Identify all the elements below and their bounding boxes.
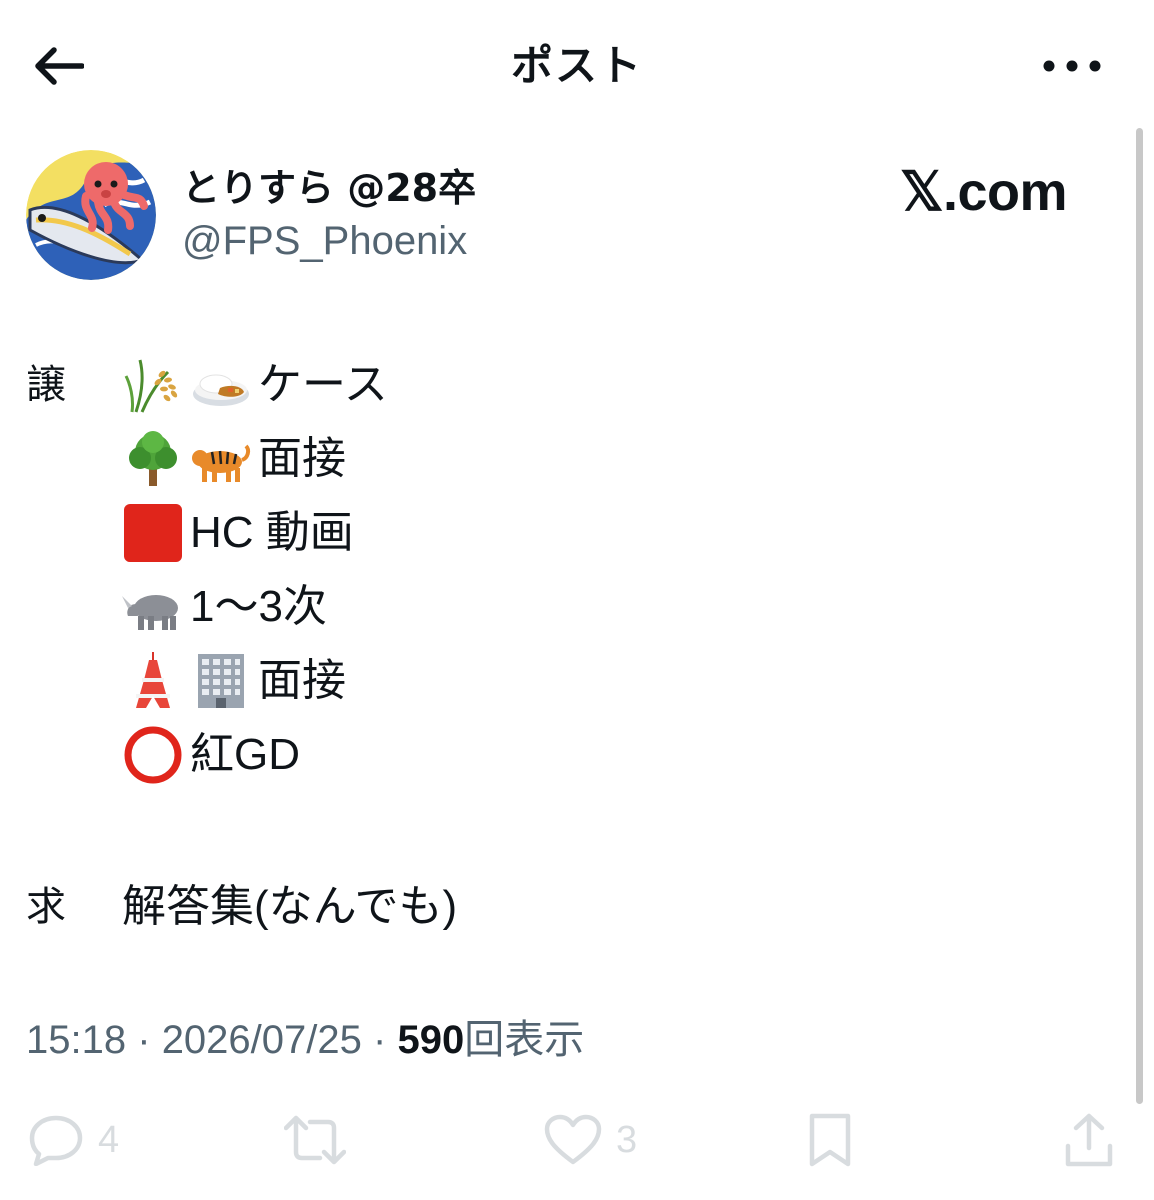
rhino-icon <box>122 576 184 638</box>
give-row-4: 1〜3次 <box>26 570 1106 644</box>
x-com-brand: 𝕏.com <box>900 162 1068 222</box>
give-item-text: 1〜3次 <box>190 582 327 631</box>
tiger-icon <box>190 428 252 490</box>
like-button[interactable]: 3 <box>544 1108 637 1172</box>
reply-count: 4 <box>98 1118 120 1161</box>
give-item-text: ケース <box>258 360 388 409</box>
bookmark-button[interactable] <box>806 1108 854 1172</box>
office-building-icon <box>190 650 252 712</box>
give-row-3: HC 動画 <box>26 496 1106 570</box>
give-item-text: 面接 <box>258 656 346 705</box>
author-handle[interactable]: @FPS_Phoenix <box>182 216 467 266</box>
meta-separator: · <box>137 1018 151 1062</box>
want-text: 解答集(なんでも) <box>122 882 458 931</box>
red-square-icon <box>122 502 184 564</box>
give-row-1: 譲 ケース <box>26 348 1106 422</box>
want-row: 求 解答集(なんでも) <box>26 870 1106 944</box>
octopus-fish-avatar <box>26 150 156 280</box>
give-label: 譲 <box>26 362 66 408</box>
give-item-text: 紅GD <box>190 730 300 779</box>
want-label: 求 <box>26 884 66 930</box>
avatar[interactable] <box>26 150 156 280</box>
repost-icon <box>284 1115 346 1165</box>
post-text: 譲 ケース 面接 HC 動画 1〜3次 面接 紅GD 求 解答集(なんでも) <box>26 348 1106 944</box>
curry-rice-icon <box>190 354 252 416</box>
more-dots-icon <box>1043 60 1101 72</box>
repost-button[interactable] <box>284 1108 360 1172</box>
views-label: 回表示 <box>464 1018 585 1062</box>
author-display-name[interactable]: とりすら @28卒 <box>182 162 476 214</box>
reply-icon <box>29 1115 83 1166</box>
post-time[interactable]: 15:18 <box>26 1018 126 1062</box>
top-nav-bar: ポスト <box>0 0 1154 130</box>
like-count: 3 <box>616 1118 638 1161</box>
give-row-6: 紅GD <box>26 718 1106 792</box>
page-title: ポスト <box>510 41 643 90</box>
give-item-text: 面接 <box>258 434 346 483</box>
red-circle-icon <box>122 724 184 786</box>
tokyo-tower-icon <box>122 650 184 712</box>
scrollbar[interactable] <box>1136 128 1143 1104</box>
more-options-button[interactable] <box>1032 36 1112 96</box>
share-icon <box>1065 1113 1113 1167</box>
give-row-2: 面接 <box>26 422 1106 496</box>
reply-button[interactable]: 4 <box>28 1108 119 1172</box>
post-meta: 15:18 · 2026/07/25 · 590回表示 <box>26 1012 584 1068</box>
views-count: 590 <box>397 1018 465 1062</box>
give-row-5: 面接 <box>26 644 1106 718</box>
heart-icon <box>544 1114 602 1165</box>
meta-separator: · <box>373 1018 387 1062</box>
bookmark-icon <box>809 1113 851 1167</box>
post-date[interactable]: 2026/07/25 <box>162 1018 362 1062</box>
rice-plant-icon <box>122 354 184 416</box>
give-item-text: HC 動画 <box>190 508 354 557</box>
tree-icon <box>122 428 184 490</box>
share-button[interactable] <box>1064 1108 1114 1172</box>
